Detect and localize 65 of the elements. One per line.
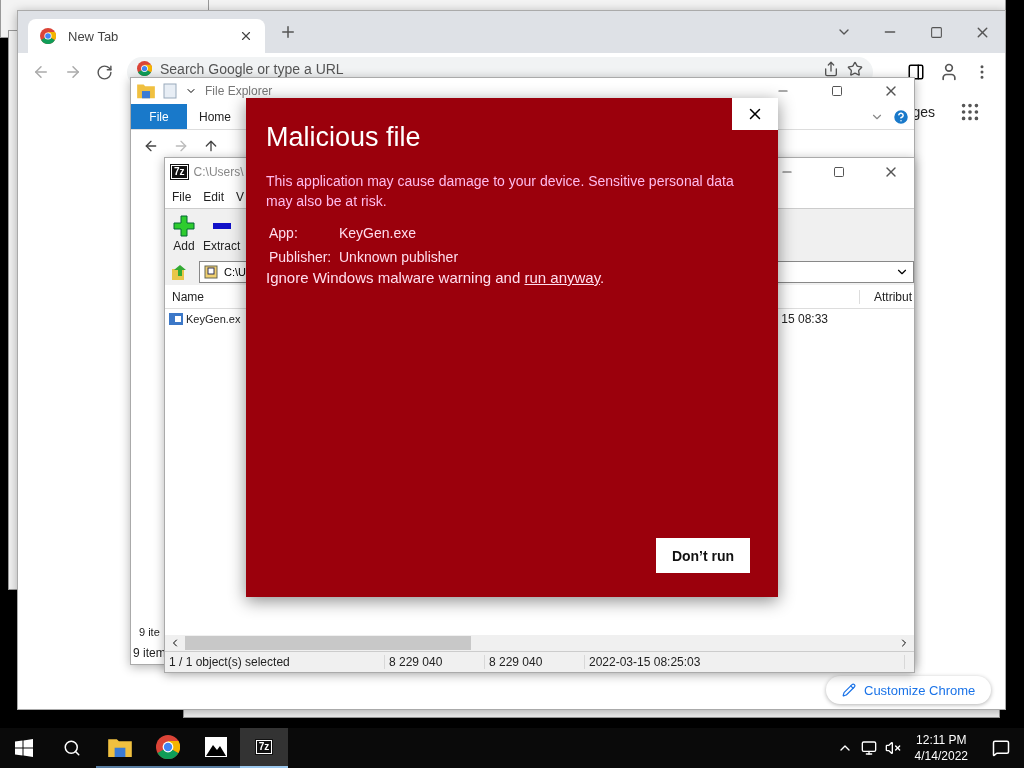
toolbar-button[interactable]: Add	[173, 215, 195, 253]
window-title: File Explorer	[205, 84, 273, 98]
ribbon-tab[interactable]: File	[131, 104, 187, 129]
profile-icon[interactable]	[939, 62, 959, 82]
close-button[interactable]	[732, 98, 778, 130]
reload-icon[interactable]	[96, 63, 113, 81]
muted-speaker-icon[interactable]	[884, 740, 901, 756]
menu-item[interactable]: Edit	[203, 190, 225, 204]
search-icon[interactable]	[63, 739, 81, 757]
customize-chrome-button[interactable]: Customize Chrome	[826, 676, 992, 704]
file-name: KeyGen.ex	[186, 313, 241, 325]
column-header[interactable]: Attribut	[859, 289, 912, 304]
taskbar-app[interactable]: 7z	[240, 728, 288, 768]
close-icon[interactable]	[239, 29, 253, 43]
new-tab-icon[interactable]	[279, 23, 297, 41]
side-panel-icon[interactable]	[907, 63, 925, 81]
apps-grid-icon[interactable]	[959, 101, 981, 123]
menu-item[interactable]: File	[172, 190, 192, 204]
override-text: Ignore Windows malware warning and run anyway.	[266, 269, 606, 286]
maximize-icon[interactable]	[833, 166, 845, 178]
scrollbar-thumb[interactable]	[185, 636, 471, 650]
toolbar-button[interactable]: Extract	[203, 215, 241, 253]
network-icon[interactable]	[860, 740, 877, 756]
window-title: C:\Users\	[193, 165, 244, 179]
windows-start-icon[interactable]	[15, 739, 33, 757]
dialog-title: Malicious file	[266, 122, 422, 153]
column-header[interactable]: Name	[172, 289, 204, 304]
pencil-icon	[842, 683, 856, 697]
maximize-icon[interactable]	[929, 25, 943, 39]
folder-icon	[108, 736, 132, 758]
status-cell: 8 229 040	[485, 655, 585, 669]
clock-time[interactable]: 12:11 PM	[916, 732, 967, 748]
maximize-icon[interactable]	[831, 85, 843, 97]
browser-tab[interactable]: New Tab	[28, 19, 265, 53]
dont-run-button[interactable]: Don’t run	[656, 538, 750, 573]
detail-value: KeyGen.exe	[339, 225, 417, 241]
detail-label: Publisher:	[269, 249, 333, 265]
status-cell: 1 / 1 object(s) selected	[165, 655, 385, 669]
menu-item[interactable]: V	[236, 190, 245, 204]
file-icon	[169, 313, 183, 325]
address-placeholder: Search Google or type a URL	[160, 61, 344, 77]
folder-icon	[137, 83, 155, 99]
status-cell: 2022-03-15 08:25:03	[585, 655, 905, 669]
chrome-tab-icon	[40, 28, 56, 44]
notifications-icon[interactable]	[992, 739, 1010, 757]
run-anyway-link[interactable]: run anyway	[524, 269, 601, 286]
tab-title: New Tab	[68, 28, 119, 44]
detail-label: App:	[269, 225, 299, 241]
share-icon[interactable]	[823, 61, 839, 77]
item-count: 9 ite	[139, 626, 160, 638]
minus-icon	[212, 223, 231, 229]
status-cell: 8 229 040	[385, 655, 485, 669]
ribbon-tab[interactable]: Home	[187, 104, 243, 129]
chrome-logo-icon	[156, 735, 180, 759]
star-icon[interactable]	[847, 61, 863, 77]
photos-icon	[205, 737, 227, 757]
warning-message: This application may cause damage to your device. Sensitive personal data may also be at risk.	[266, 172, 735, 211]
file-date: 15 08:33	[781, 312, 828, 326]
archive-app-icon: 7z	[171, 165, 188, 179]
detail-value: Unknown publisher	[339, 249, 459, 265]
clock-date[interactable]: 4/14/2022	[914, 748, 968, 764]
archive-icon	[204, 265, 218, 279]
plus-icon	[173, 215, 195, 237]
help-icon[interactable]	[892, 107, 910, 126]
archive-app-icon: 7z	[255, 740, 273, 754]
